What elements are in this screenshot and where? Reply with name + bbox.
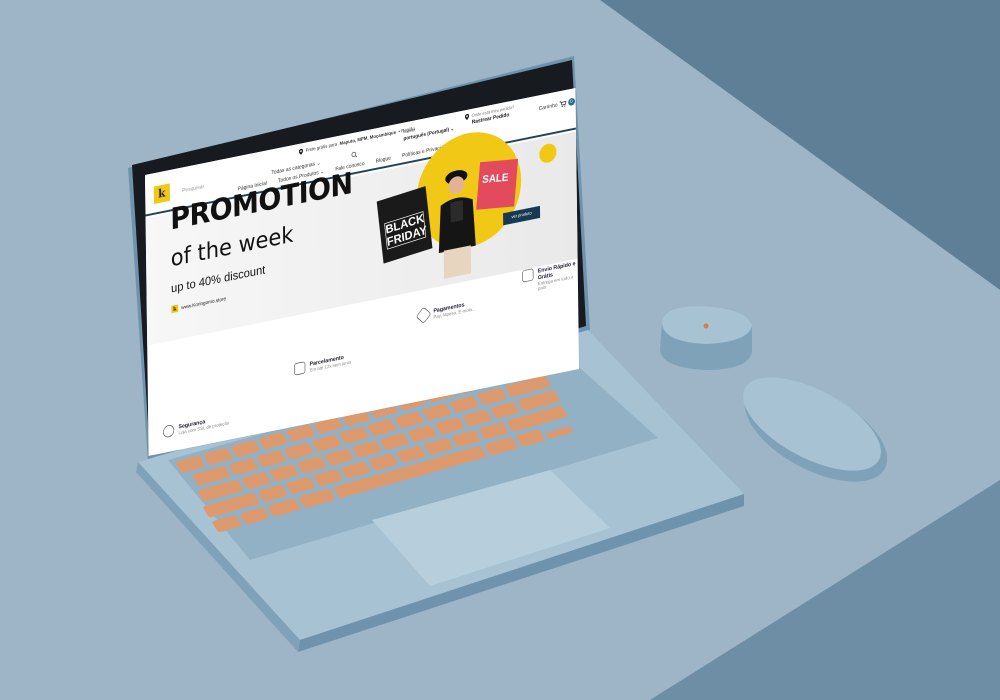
sale-bag: SALE	[476, 158, 519, 210]
chevron-down-icon: ⌄	[316, 159, 321, 167]
search-icon[interactable]	[351, 151, 358, 159]
black-friday-bag: BLACK FRIDAY	[376, 186, 433, 264]
laptop-mockup-scene: k Pesquisar Frete grátis para Maputo, MP…	[0, 0, 1000, 700]
chevron-down-icon: ⌄	[449, 125, 455, 133]
language-selector[interactable]: Idioma português (Portugal) ⌄	[403, 119, 454, 141]
search-input[interactable]: Pesquisar	[182, 183, 204, 193]
cart-icon	[559, 100, 567, 107]
earbuds-case	[660, 306, 752, 370]
credit-card-icon	[294, 361, 306, 376]
location-pin-icon	[464, 113, 470, 120]
cart-count-badge: 0	[567, 97, 575, 107]
delivery-prefix: Frete grátis para	[305, 142, 338, 154]
location-pin-icon	[298, 148, 304, 155]
bag-right-text: SALE	[481, 171, 509, 186]
promo-website-text: www.Koringomo.store	[181, 295, 227, 311]
promo-website: k www.Koringomo.store	[171, 295, 227, 314]
mini-logo: k	[171, 304, 179, 314]
cart-label: Carrinho	[538, 101, 558, 112]
track-order[interactable]: Onde está meu pedido? Rastrear Pedido	[464, 104, 515, 126]
payment-icon	[415, 306, 432, 324]
truck-icon	[522, 268, 534, 283]
lock-icon	[163, 424, 175, 439]
model-photo	[438, 170, 476, 279]
decorative-dot	[539, 142, 557, 165]
feature-installments: Parcelamento Em até 12x sem juros	[294, 352, 351, 376]
bag-left-text: BLACK FRIDAY	[384, 211, 428, 250]
feature-security: Segurança Loja com SSL de proteção	[163, 413, 229, 439]
site-logo[interactable]: k	[153, 183, 170, 205]
nav-item-blog[interactable]: Blogue	[376, 155, 391, 164]
cart-button[interactable]: Carrinho 0	[538, 97, 575, 113]
feature-payments: Pagamentos Pay, Mpesa, E-mola...	[415, 299, 476, 324]
